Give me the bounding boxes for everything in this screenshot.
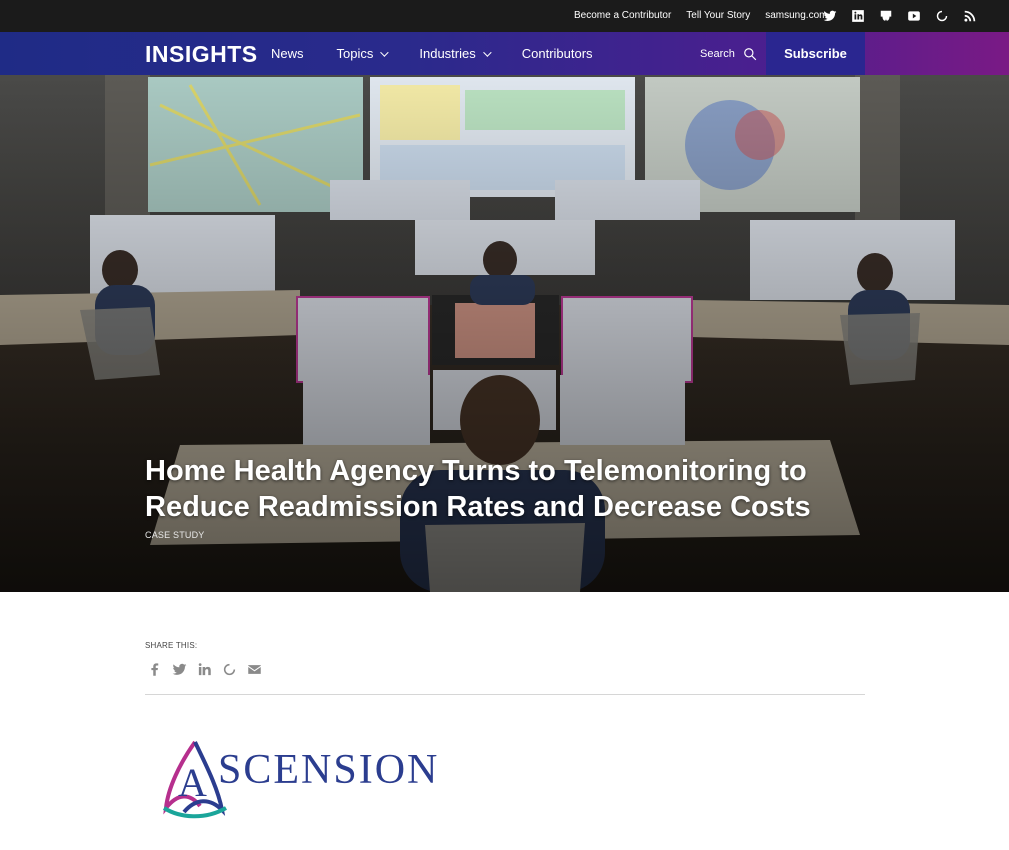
logo-initial: A: [178, 760, 207, 805]
article-category[interactable]: CASE STUDY: [145, 530, 205, 540]
slideshare-icon[interactable]: [878, 8, 893, 23]
linkedin-icon[interactable]: [850, 8, 865, 23]
utility-bar: Become a Contributor Tell Your Story sam…: [0, 0, 1009, 32]
nav-item-label: Contributors: [521, 46, 593, 61]
main-nav: INSIGHTS News Topics Industries Contribu…: [0, 32, 1009, 75]
chevron-down-icon: [482, 47, 492, 57]
email-icon[interactable]: [246, 661, 263, 678]
nav-item-industries[interactable]: Industries: [419, 46, 492, 61]
nav-menu: News Topics Industries Contributors: [271, 46, 626, 61]
youtube-icon[interactable]: [906, 8, 921, 23]
subscribe-button[interactable]: Subscribe: [766, 32, 865, 75]
search-button[interactable]: Search: [700, 47, 757, 61]
nav-item-news[interactable]: News: [271, 46, 304, 61]
share-label: SHARE THIS:: [145, 641, 198, 650]
nav-item-topics[interactable]: Topics: [336, 46, 390, 61]
loading-icon[interactable]: [934, 8, 949, 23]
twitter-icon[interactable]: [822, 8, 837, 23]
search-icon: [744, 48, 757, 61]
linkedin-icon[interactable]: [196, 661, 213, 678]
search-label: Search: [700, 48, 735, 60]
facebook-icon[interactable]: [146, 661, 163, 678]
ascension-logo: A SCENSION: [160, 738, 490, 822]
nav-item-label: News: [271, 46, 304, 61]
rss-icon[interactable]: [962, 8, 977, 23]
become-contributor-link[interactable]: Become a Contributor: [574, 10, 671, 21]
samsung-link[interactable]: samsung.com: [765, 10, 827, 21]
nav-item-label: Industries: [419, 46, 476, 61]
logo-wordmark: SCENSION: [218, 747, 440, 793]
twitter-icon[interactable]: [171, 661, 188, 678]
section-divider: [145, 694, 865, 695]
social-links: [822, 8, 977, 23]
utility-links: Become a Contributor Tell Your Story sam…: [574, 10, 827, 21]
tell-your-story-link[interactable]: Tell Your Story: [686, 10, 750, 21]
hero-banner: Home Health Agency Turns to Telemonitori…: [0, 75, 1009, 592]
share-buttons: [146, 661, 263, 678]
article-title: Home Health Agency Turns to Telemonitori…: [145, 455, 811, 523]
nav-item-contributors[interactable]: Contributors: [522, 46, 593, 61]
loading-icon[interactable]: [221, 661, 238, 678]
site-logo[interactable]: INSIGHTS: [145, 41, 258, 68]
chevron-down-icon: [380, 47, 390, 57]
nav-item-label: Topics: [336, 46, 374, 61]
